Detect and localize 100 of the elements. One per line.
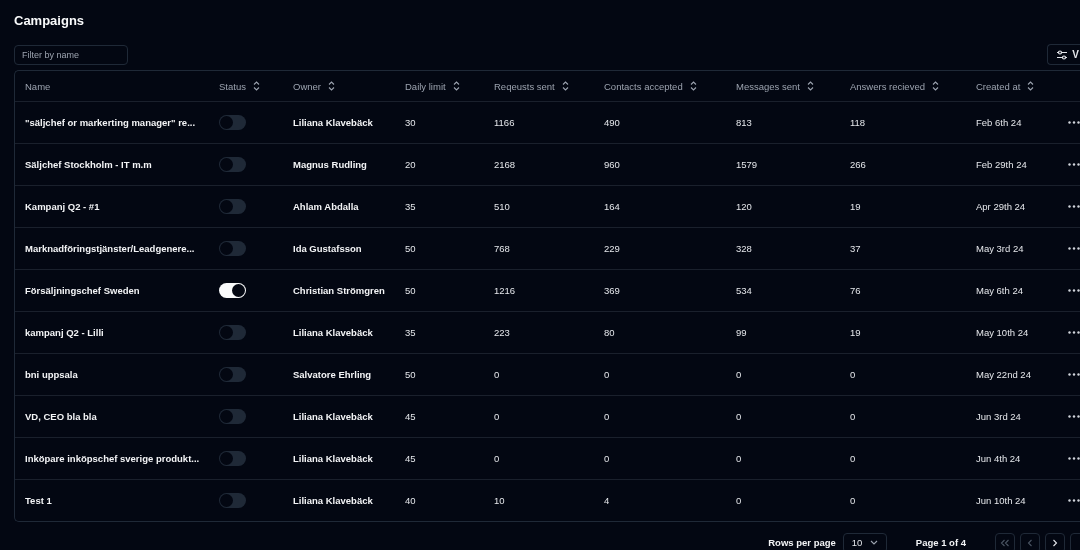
column-header[interactable]: Status (219, 80, 246, 92)
campaign-name[interactable]: Försäljningschef Sweden (25, 285, 140, 296)
table-cell: 35 (405, 201, 416, 212)
column-header[interactable]: Answers recieved (850, 80, 925, 92)
table-cell: 0 (604, 411, 610, 422)
filter-field[interactable]: Filter by name (14, 44, 128, 65)
table-cell: 0 (736, 369, 742, 380)
status-toggle[interactable] (219, 409, 246, 424)
table-cell: Liliana Klavebäck (293, 411, 373, 422)
more-icon[interactable] (1068, 163, 1080, 166)
campaign-name[interactable]: bni uppsala (25, 369, 78, 380)
sort-icon[interactable] (561, 81, 569, 91)
table-cell: 4 (604, 495, 610, 506)
more-icon[interactable] (1068, 373, 1080, 376)
table-cell: 0 (850, 411, 856, 422)
chevron-down-icon (869, 540, 878, 545)
more-icon[interactable] (1068, 121, 1080, 124)
table-cell: 0 (850, 453, 856, 464)
campaign-name[interactable]: Inköpare inköpschef sverige produkt... (25, 453, 200, 464)
table-cell: Liliana Klavebäck (293, 117, 373, 128)
table-cell: 0 (850, 495, 856, 506)
sort-icon[interactable] (806, 81, 814, 91)
table-cell: Jun 10th 24 (976, 495, 1026, 506)
more-icon[interactable] (1068, 205, 1080, 208)
status-toggle[interactable] (219, 493, 246, 508)
status-toggle[interactable] (219, 367, 246, 382)
sort-icon[interactable] (252, 81, 260, 91)
sort-icon[interactable] (452, 81, 460, 91)
table-cell: 1166 (494, 117, 515, 128)
column-header[interactable]: Daily limit (405, 80, 446, 92)
table-cell: Christian Strömgren (293, 285, 385, 296)
table-cell: 40 (405, 495, 416, 506)
column-header[interactable]: Reqeusts sent (494, 80, 555, 92)
sort-icon[interactable] (932, 81, 939, 91)
status-toggle[interactable] (219, 241, 246, 256)
column-header[interactable]: Owner (293, 80, 321, 92)
table-cell: Magnus Rudling (293, 159, 367, 170)
table-cell: 0 (494, 453, 500, 464)
table-cell: 0 (494, 369, 500, 380)
status-toggle[interactable] (219, 157, 246, 172)
more-icon[interactable] (1068, 457, 1080, 460)
table-cell: 369 (604, 285, 620, 296)
chevron-right-icon (1052, 538, 1058, 547)
page-title: Campaigns (14, 12, 86, 30)
rows-per-page-select[interactable]: 10 (842, 532, 887, 550)
campaign-name[interactable]: Kampanj Q2 - #1 (25, 201, 100, 212)
table-cell: 10 (494, 495, 505, 506)
table-cell: 229 (604, 243, 620, 254)
campaign-name[interactable]: VD, CEO bla bla (25, 411, 97, 422)
table-cell: 50 (405, 285, 416, 296)
rows-per-page-label: Rows per page (768, 537, 836, 548)
table-cell: 45 (405, 453, 416, 464)
table-cell: 1216 (494, 285, 516, 296)
table-cell: May 6th 24 (976, 285, 1023, 296)
table-cell: 0 (494, 411, 500, 422)
status-toggle[interactable] (219, 283, 246, 298)
table-cell: 1579 (736, 159, 758, 170)
column-header[interactable]: Messages sent (736, 80, 800, 92)
table-cell: 35 (405, 327, 416, 338)
table-cell: 328 (736, 243, 752, 254)
view-button[interactable]: V (1047, 44, 1080, 65)
status-toggle[interactable] (219, 451, 246, 466)
table-cell: Ahlam Abdalla (293, 201, 359, 212)
campaign-name[interactable]: "säljchef or markerting manager" re... (25, 117, 196, 128)
more-icon[interactable] (1068, 247, 1080, 250)
table-cell: 534 (736, 285, 752, 296)
table-cell: Liliana Klavebäck (293, 327, 373, 338)
table-cell: Liliana Klavebäck (293, 495, 373, 506)
sort-icon[interactable] (1027, 81, 1035, 91)
more-icon[interactable] (1068, 289, 1080, 292)
more-icon[interactable] (1068, 499, 1080, 502)
table-cell: 99 (736, 327, 747, 338)
table-cell: 76 (850, 285, 861, 296)
more-icon[interactable] (1068, 415, 1080, 418)
table-cell: 0 (736, 453, 742, 464)
campaign-name[interactable]: Säljchef Stockholm - IT m.m (25, 159, 152, 170)
column-header[interactable]: Name (25, 80, 51, 92)
table-cell: May 22nd 24 (976, 369, 1031, 380)
table-cell: 50 (405, 369, 416, 380)
table-cell: 0 (736, 495, 742, 506)
table-cell: 164 (604, 201, 620, 212)
table-cell: 2168 (494, 159, 516, 170)
next-page-button[interactable] (1045, 532, 1065, 550)
campaign-name[interactable]: Marknadföringstjänster/Leadgenere... (25, 243, 195, 254)
more-icon[interactable] (1068, 331, 1080, 334)
page-indicator: Page 1 of 4 (915, 537, 966, 548)
table-cell: Feb 29th 24 (976, 159, 1027, 170)
sort-icon[interactable] (689, 81, 697, 91)
chevron-left-icon (1027, 538, 1033, 547)
column-header[interactable]: Created at (976, 80, 1021, 92)
status-toggle[interactable] (219, 115, 246, 130)
campaign-name[interactable]: kampanj Q2 - Lilli (25, 327, 104, 338)
campaign-name[interactable]: Test 1 (25, 495, 52, 506)
table-cell: 37 (850, 243, 861, 254)
column-header[interactable]: Contacts accepted (604, 80, 683, 92)
status-toggle[interactable] (219, 199, 246, 214)
status-toggle[interactable] (219, 325, 246, 340)
table-cell: May 3rd 24 (976, 243, 1024, 254)
table-cell: 30 (405, 117, 416, 128)
sort-icon[interactable] (328, 81, 335, 91)
